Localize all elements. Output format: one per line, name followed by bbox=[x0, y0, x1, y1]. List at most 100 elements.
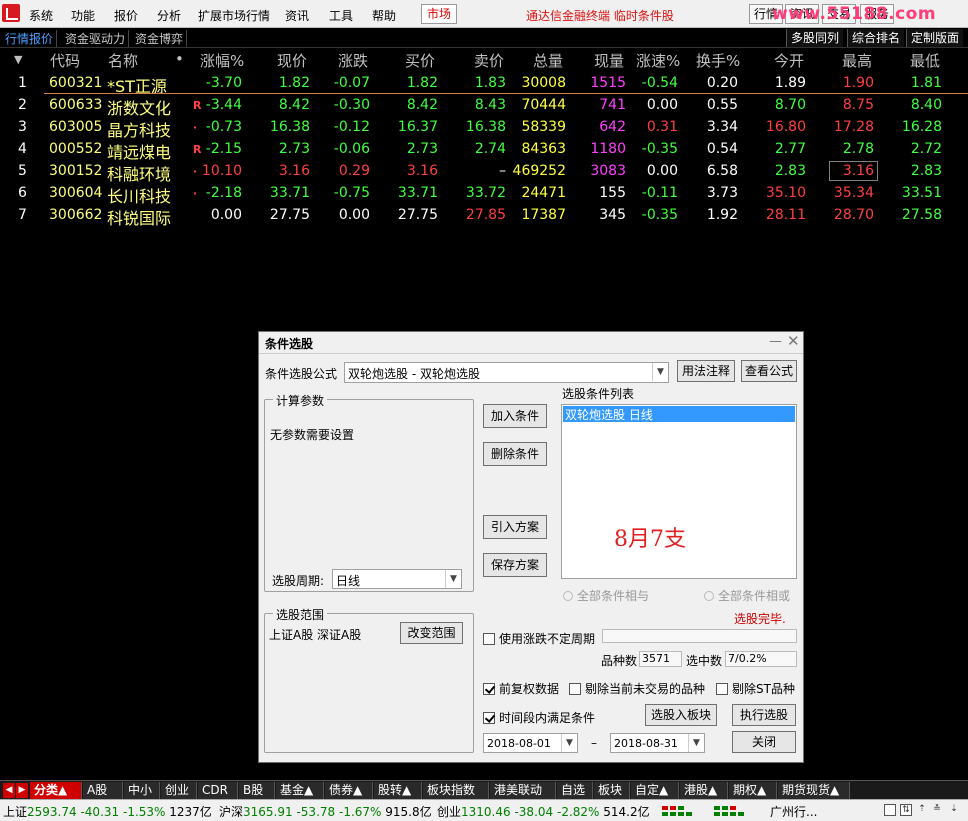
exclude-untraded-checkbox[interactable]: 剔除当前未交易的品种 bbox=[569, 680, 705, 697]
tab-quote[interactable]: 行情报价 bbox=[2, 30, 58, 47]
nav-right-icon[interactable]: ▶ bbox=[16, 783, 28, 798]
bottom-tab[interactable]: 港美联动 bbox=[490, 782, 556, 799]
header-low[interactable]: 最低 bbox=[910, 50, 940, 71]
market-button[interactable]: 市场 bbox=[421, 4, 457, 24]
window-icon[interactable] bbox=[884, 804, 896, 816]
table-row[interactable]: 3 603005 晶方科技 · -0.73 16.38 -0.12 16.37 16.38 583… bbox=[0, 116, 968, 140]
minimize-icon[interactable]: — bbox=[769, 334, 782, 349]
usage-note-button[interactable]: 用法注释 bbox=[677, 360, 735, 382]
pre-rights-checkbox[interactable]: 前复权数据 bbox=[483, 680, 559, 697]
menu-ext-market[interactable]: 扩展市场行情 bbox=[198, 7, 270, 24]
date-to-picker[interactable]: 2018-08-31 ▼ bbox=[610, 733, 705, 753]
menu-help[interactable]: 帮助 bbox=[372, 7, 396, 24]
variable-period-checkbox[interactable]: 使用涨跌不定周期 bbox=[483, 630, 595, 647]
bottom-tab[interactable]: CDR bbox=[198, 782, 238, 799]
header-ask[interactable]: 卖价 bbox=[474, 50, 504, 71]
select-to-block-button[interactable]: 选股入板块 bbox=[645, 704, 717, 726]
bottom-tab[interactable]: 港股▲ bbox=[680, 782, 728, 799]
up-icon[interactable]: ⇡ bbox=[916, 804, 928, 816]
header-code[interactable]: 代码 bbox=[50, 50, 80, 71]
exclude-st-checkbox[interactable]: 剔除ST品种 bbox=[716, 680, 795, 697]
connect-icon[interactable]: ⇅ bbox=[900, 804, 912, 816]
header-name[interactable]: 名称 bbox=[108, 50, 138, 71]
menu-tools[interactable]: 工具 bbox=[329, 7, 353, 24]
bottom-tab[interactable]: 板块指数 bbox=[423, 782, 489, 799]
import-plan-button[interactable]: 引入方案 bbox=[483, 515, 547, 539]
table-row[interactable]: 7 300662 科锐国际 0.00 27.75 0.00 27.75 27.85 17387 3… bbox=[0, 204, 968, 228]
bottom-tab[interactable]: 期货现货▲ bbox=[778, 782, 850, 799]
tab-ranking[interactable]: 综合排名 bbox=[847, 29, 905, 47]
change-range-button[interactable]: 改变范围 bbox=[400, 622, 463, 644]
dialog-titlebar[interactable]: 条件选股 — ✕ bbox=[259, 332, 803, 354]
bottom-tab[interactable]: 基金▲ bbox=[276, 782, 324, 799]
radio-all-or[interactable]: 全部条件相或 bbox=[704, 587, 790, 604]
header-bid[interactable]: 买价 bbox=[405, 50, 435, 71]
sort-arrow-icon[interactable]: ▼ bbox=[14, 53, 22, 66]
view-formula-button[interactable]: 查看公式 bbox=[741, 360, 797, 382]
bottom-tab[interactable]: 债券▲ bbox=[325, 782, 373, 799]
menu-system[interactable]: 系统 bbox=[29, 7, 53, 24]
variable-period-field[interactable] bbox=[602, 629, 797, 643]
header-speed[interactable]: 涨速% bbox=[636, 50, 680, 71]
tab-capital-game[interactable]: 资金博弈 bbox=[132, 30, 188, 47]
condition-list[interactable]: 双轮炮选股 日线 8月7支 bbox=[561, 404, 797, 579]
index-cy[interactable]: 创业1310.46 -38.04 -2.82% 514.2亿 bbox=[437, 803, 650, 820]
header-high[interactable]: 最高 bbox=[842, 50, 872, 71]
formula-select[interactable]: 双轮炮选股 - 双轮炮选股 ▼ bbox=[344, 362, 669, 383]
index-hs[interactable]: 沪深3165.91 -53.78 -1.67% 915.8亿 bbox=[219, 803, 432, 820]
header-open[interactable]: 今开 bbox=[774, 50, 804, 71]
table-row[interactable]: 1 600321 *ST正源 -3.70 1.82 -0.07 1.82 1.83 30008 1… bbox=[0, 72, 968, 96]
close-icon[interactable]: ✕ bbox=[787, 332, 800, 350]
bottom-tab[interactable]: 期权▲ bbox=[729, 782, 777, 799]
chevron-down-icon[interactable]: ▼ bbox=[688, 734, 704, 752]
menu-analysis[interactable]: 分析 bbox=[157, 7, 181, 24]
region-server[interactable]: 广州行... bbox=[770, 803, 817, 820]
bottom-tab[interactable]: A股 bbox=[83, 782, 123, 799]
close-button[interactable]: 关闭 bbox=[732, 731, 796, 753]
bottom-tab[interactable]: 板块 bbox=[594, 782, 630, 799]
tab-multi-stock[interactable]: 多股同列 bbox=[786, 29, 844, 47]
tab-custom-layout[interactable]: 定制版面 bbox=[906, 29, 964, 47]
header-turnover[interactable]: 换手% bbox=[696, 50, 740, 71]
radio-dot-icon bbox=[704, 591, 714, 601]
header-volume[interactable]: 总量 bbox=[533, 50, 563, 71]
cell-low: 27.58 bbox=[901, 207, 942, 223]
bottom-tab[interactable]: B股 bbox=[239, 782, 275, 799]
bottom-tab[interactable]: 自选 bbox=[557, 782, 593, 799]
table-row[interactable]: 5 300152 科融环境 · 10.10 3.16 0.29 3.16–469252 3083… bbox=[0, 160, 968, 184]
menu-news[interactable]: 资讯 bbox=[285, 7, 309, 24]
date-from-picker[interactable]: 2018-08-01 ▼ bbox=[483, 733, 578, 753]
chevron-down-icon[interactable]: ▼ bbox=[561, 734, 577, 752]
add-condition-button[interactable]: 加入条件 bbox=[483, 404, 547, 428]
period-select[interactable]: 日线 ▼ bbox=[332, 569, 462, 589]
condition-list-item[interactable]: 双轮炮选股 日线 bbox=[563, 406, 795, 422]
cond-list-label: 选股条件列表 bbox=[562, 387, 635, 401]
header-chg-pct[interactable]: 涨幅% bbox=[200, 50, 244, 71]
radio-all-and[interactable]: 全部条件相与 bbox=[563, 587, 649, 604]
chevron-down-icon[interactable]: ▼ bbox=[652, 363, 668, 381]
index-sh[interactable]: 上证2593.74 -40.31 -1.53% 1237亿 bbox=[3, 803, 212, 820]
header-price[interactable]: 现价 bbox=[277, 50, 307, 71]
bottom-tab[interactable]: 股转▲ bbox=[374, 782, 422, 799]
header-chg[interactable]: 涨跌 bbox=[338, 50, 368, 71]
cell-turnover: 1.92 bbox=[706, 207, 738, 223]
menu-function[interactable]: 功能 bbox=[71, 7, 95, 24]
signal-icon[interactable]: ≛ bbox=[931, 804, 943, 816]
chevron-down-icon[interactable]: ▼ bbox=[445, 570, 461, 588]
table-row[interactable]: 4 000552 靖远煤电 R -2.15 2.73 -0.06 2.73 2.74 84363 1… bbox=[0, 138, 968, 162]
tab-capital-drive[interactable]: 资金驱动力 bbox=[62, 30, 130, 47]
time-range-checkbox[interactable]: 时间段内满足条件 bbox=[483, 709, 595, 726]
nav-left-icon[interactable]: ◀ bbox=[3, 783, 15, 798]
bottom-tab[interactable]: 中小 bbox=[124, 782, 160, 799]
bottom-tab[interactable]: 创业 bbox=[161, 782, 197, 799]
down-icon[interactable]: ⇣ bbox=[948, 804, 960, 816]
bottom-tab[interactable]: 自定▲ bbox=[631, 782, 679, 799]
table-row[interactable]: 6 300604 长川科技 · -2.18 33.71 -0.75 33.71 33.72 244… bbox=[0, 182, 968, 206]
menu-quote[interactable]: 报价 bbox=[114, 7, 138, 24]
execute-select-button[interactable]: 执行选股 bbox=[732, 704, 796, 726]
bottom-tab[interactable]: 分类▲ bbox=[30, 782, 82, 799]
header-cur-volume[interactable]: 现量 bbox=[594, 50, 624, 71]
save-plan-button[interactable]: 保存方案 bbox=[483, 553, 547, 577]
delete-condition-button[interactable]: 删除条件 bbox=[483, 442, 547, 466]
table-row[interactable]: 2 600633 浙数文化 R -3.44 8.42 -0.30 8.42 8.43 70444 7… bbox=[0, 94, 968, 118]
